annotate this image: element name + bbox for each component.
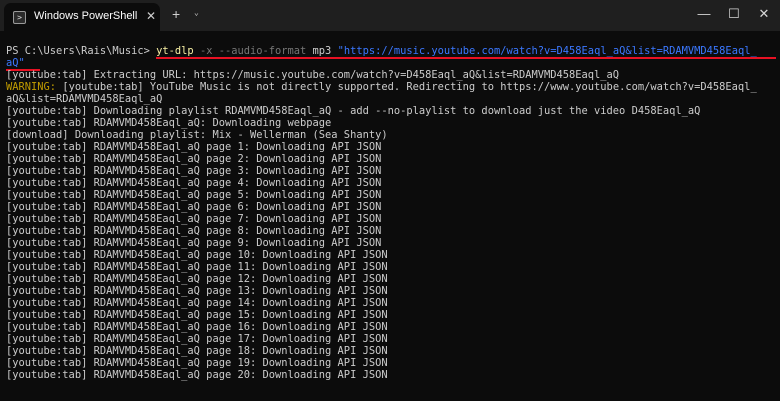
output-line: [youtube:tab] RDAMVMD458Eaql_aQ page 19:… — [6, 357, 388, 369]
output-line: [youtube:tab] RDAMVMD458Eaql_aQ page 16:… — [6, 321, 388, 333]
command-line: PS C:\Users\Rais\Music> yt-dlp -x --audi… — [6, 45, 757, 57]
output-line: [youtube:tab] RDAMVMD458Eaql_aQ page 10:… — [6, 249, 388, 261]
title-bar: > Windows PowerShell ✕ + ⌄ — ☐ ✕ — [0, 0, 780, 31]
extract-line: [youtube:tab] Extracting URL: https://mu… — [6, 69, 620, 81]
output-line: [youtube:tab] RDAMVMD458Eaql_aQ page 5: … — [6, 189, 382, 201]
highlight-underline — [156, 57, 776, 59]
warning-prefix: WARNING: — [6, 81, 63, 93]
output-line: [youtube:tab] RDAMVMD458Eaql_aQ: Downloa… — [6, 117, 332, 129]
warning-text: [youtube:tab] YouTube Music is not direc… — [62, 81, 757, 93]
close-button[interactable]: ✕ — [749, 4, 779, 24]
output-line: [youtube:tab] RDAMVMD458Eaql_aQ page 2: … — [6, 153, 382, 165]
output-line: [youtube:tab] RDAMVMD458Eaql_aQ page 11:… — [6, 261, 388, 273]
output-line: [youtube:tab] RDAMVMD458Eaql_aQ page 20:… — [6, 369, 388, 381]
maximize-button[interactable]: ☐ — [719, 4, 749, 24]
command-arg: mp3 — [312, 45, 332, 57]
output-line: [youtube:tab] RDAMVMD458Eaql_aQ page 8: … — [6, 225, 382, 237]
command-line-wrap: aQ" — [6, 57, 25, 69]
output-line: [youtube:tab] RDAMVMD458Eaql_aQ page 15:… — [6, 309, 388, 321]
terminal-output[interactable]: PS C:\Users\Rais\Music> yt-dlp -x --audi… — [0, 31, 780, 401]
powershell-icon: > — [13, 11, 26, 24]
output-line: [download] Downloading playlist: Mix - W… — [6, 129, 388, 141]
warning-line-wrap: aQ&list=RDAMVMD458Eaql_aQ — [6, 93, 163, 105]
output-line: [youtube:tab] RDAMVMD458Eaql_aQ page 14:… — [6, 297, 388, 309]
command-url-wrap: aQ" — [6, 57, 25, 69]
chevron-down-icon[interactable]: ⌄ — [194, 8, 199, 17]
output-line: [youtube:tab] RDAMVMD458Eaql_aQ page 3: … — [6, 165, 382, 177]
command-flags: -x --audio-format — [193, 45, 313, 57]
new-tab-button[interactable]: + — [172, 6, 180, 22]
output-line: [youtube:tab] RDAMVMD458Eaql_aQ page 17:… — [6, 333, 388, 345]
tab-windows-powershell[interactable]: > Windows PowerShell ✕ — [4, 3, 160, 31]
command-url: "https://music.youtube.com/watch?v=D458E… — [331, 45, 757, 57]
output-line: [youtube:tab] RDAMVMD458Eaql_aQ page 1: … — [6, 141, 382, 153]
output-line: [youtube:tab] Downloading playlist RDAMV… — [6, 105, 701, 117]
warning-line: WARNING: [youtube:tab] YouTube Music is … — [6, 81, 757, 93]
tab-close-icon[interactable]: ✕ — [146, 9, 156, 23]
output-line: [youtube:tab] RDAMVMD458Eaql_aQ page 13:… — [6, 285, 388, 297]
output-line: [youtube:tab] RDAMVMD458Eaql_aQ page 6: … — [6, 201, 382, 213]
prompt: PS C:\Users\Rais\Music> — [6, 45, 157, 57]
tab-title: Windows PowerShell — [34, 10, 138, 22]
output-line: [youtube:tab] RDAMVMD458Eaql_aQ page 7: … — [6, 213, 382, 225]
output-line: [youtube:tab] RDAMVMD458Eaql_aQ page 18:… — [6, 345, 388, 357]
output-line: [youtube:tab] RDAMVMD458Eaql_aQ page 12:… — [6, 273, 388, 285]
output-line: [youtube:tab] RDAMVMD458Eaql_aQ page 4: … — [6, 177, 382, 189]
output-line: [youtube:tab] RDAMVMD458Eaql_aQ page 9: … — [6, 237, 382, 249]
minimize-button[interactable]: — — [689, 4, 719, 24]
command-program: yt-dlp — [156, 45, 194, 57]
